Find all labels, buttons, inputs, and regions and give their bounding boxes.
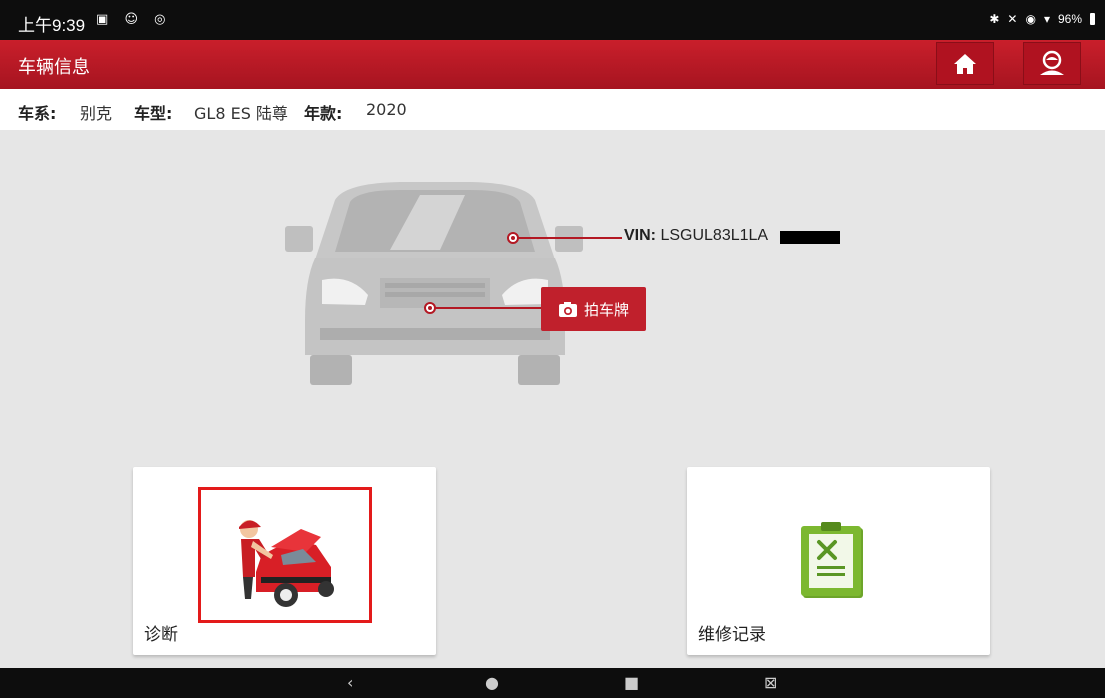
user-icon — [1040, 50, 1064, 75]
back-icon[interactable]: ‹ — [347, 673, 353, 692]
status-bar: 上午9:39 ▣ ☺ ◎ ✱ ✕ ◉ ▾ 96% — [0, 0, 1105, 40]
vin-value: LSGUL83L1LA — [660, 227, 769, 244]
vin-pointer-dot — [507, 232, 519, 244]
car-illustration — [285, 182, 583, 385]
wifi-icon: ▾ — [1043, 12, 1050, 26]
gallery-icon: ▣ — [96, 12, 115, 27]
battery-text: 96% — [1057, 12, 1082, 26]
home-icon — [954, 53, 976, 74]
status-time: 上午9:39 — [18, 16, 86, 35]
home-button[interactable] — [936, 42, 994, 85]
series-label: 车系: — [18, 104, 57, 123]
plate-pointer-line — [430, 307, 542, 309]
title-bar: 车辆信息 — [0, 40, 1105, 89]
repair-records-label: 维修记录 — [698, 625, 766, 645]
user-button[interactable] — [1023, 42, 1081, 85]
bluetooth-icon: ✱ — [989, 12, 1000, 26]
year-value: 2020 — [366, 100, 407, 119]
home-circle-icon[interactable]: ● — [485, 673, 499, 692]
recents-icon[interactable]: ■ — [624, 673, 639, 692]
series-value: 别克 — [80, 104, 113, 123]
model-value: GL8 ES 陆尊 — [194, 104, 288, 123]
status-notification-icons: ▣ ☺ ◎ — [96, 12, 171, 27]
camera-icon — [558, 301, 577, 317]
plate-pointer-dot — [424, 302, 436, 314]
model-label: 车型: — [134, 104, 173, 123]
clipboard-tools-icon — [801, 522, 863, 598]
year-label: 年款: — [304, 104, 343, 123]
page-title: 车辆信息 — [18, 57, 90, 78]
battery-icon — [1090, 13, 1095, 25]
capture-plate-button[interactable]: 拍车牌 — [541, 287, 646, 331]
vin-redaction — [780, 231, 840, 244]
vin-pointer-line — [514, 237, 622, 239]
vin-label: VIN: — [624, 227, 656, 244]
diagnosis-label: 诊断 — [144, 625, 178, 645]
location-icon: ◉ — [1025, 12, 1036, 26]
screenshot-icon[interactable]: ⊠ — [764, 673, 777, 692]
message-icon: ◎ — [154, 12, 172, 27]
status-system-icons: ✱ ✕ ◉ ▾ 96% — [989, 12, 1095, 26]
mute-icon: ✕ — [1007, 12, 1018, 26]
vin-display: VIN: LSGUL83L1LA — [624, 227, 768, 245]
mechanic-car-icon — [239, 520, 334, 607]
repair-records-card[interactable]: 维修记录 — [687, 467, 990, 655]
accessibility-icon: ☺ — [124, 12, 144, 27]
capture-plate-label: 拍车牌 — [583, 300, 629, 319]
system-nav-bar: ‹ ● ■ ⊠ — [0, 668, 1105, 698]
vehicle-info-bar: 车系: 别克 车型: GL8 ES 陆尊 年款: 2020 — [0, 89, 1105, 130]
diagnosis-card[interactable]: 诊断 — [133, 467, 436, 655]
